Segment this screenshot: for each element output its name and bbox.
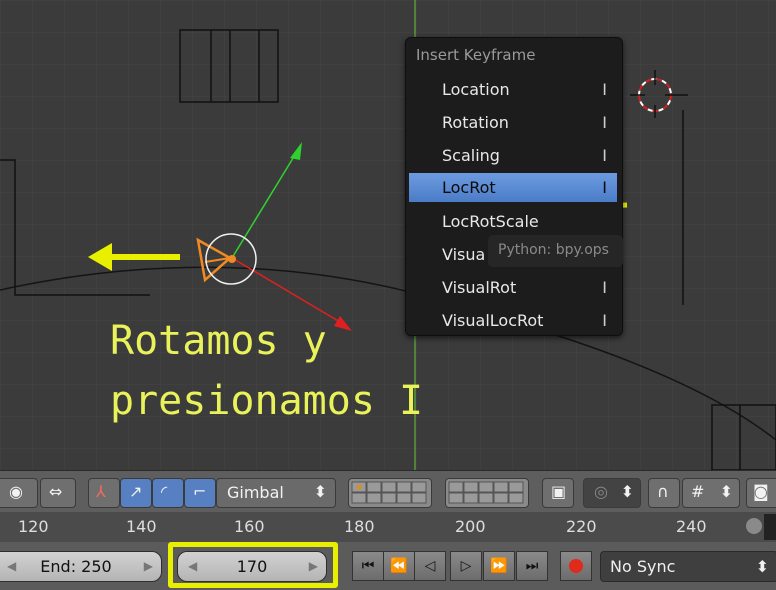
overlay-caption-line1: Rotamos y <box>110 318 327 364</box>
layer-lock-icon: ▣ <box>551 482 567 501</box>
scale-manipulator-button[interactable]: ⌐ <box>184 478 216 508</box>
layers-grid-icon <box>351 481 427 504</box>
menu-item-locrotscale[interactable]: LocRotScale <box>409 207 617 236</box>
camera-render-icon: ◙ <box>753 482 769 501</box>
menu-item-visualrot[interactable]: VisualRot I <box>409 273 617 302</box>
ruler-tick: 140 <box>126 517 157 536</box>
proportional-icon: ◎ <box>594 482 608 501</box>
chevron-left-icon: ◀ <box>7 559 17 573</box>
play-reverse-button[interactable]: ◁ <box>414 551 446 581</box>
end-frame-field[interactable]: ◀ End: 250 ▶ <box>0 551 162 582</box>
sync-dropdown[interactable]: No Sync ⬍ <box>600 551 776 582</box>
manipulator-icon: ⅄ <box>96 482 106 501</box>
snap-element-button[interactable]: ⇔ <box>40 478 76 508</box>
scrollbar[interactable] <box>764 514 776 540</box>
ruler-tick: 120 <box>18 517 49 536</box>
render-button[interactable]: ◙ <box>746 478 776 508</box>
menu-item-scaling[interactable]: Scaling I <box>409 141 617 170</box>
record-button[interactable] <box>560 551 592 581</box>
menu-title: Insert Keyframe <box>416 46 536 64</box>
timeline-ruler[interactable]: 120 140 160 180 200 220 240 <box>0 512 776 542</box>
ruler-tick: 180 <box>344 517 375 536</box>
chevron-right-icon: ▶ <box>308 559 318 573</box>
tooltip: Python: bpy.ops <box>488 235 623 267</box>
snap-element-icon: ⇔ <box>49 482 63 501</box>
jump-start-button[interactable]: ⏮ <box>352 551 384 581</box>
next-keyframe-icon: ⏩ <box>490 558 508 574</box>
layers-grid-2-icon <box>448 481 524 504</box>
chevron-left-icon: ◀ <box>188 559 198 573</box>
play-button[interactable]: ▷ <box>450 551 482 581</box>
ruler-tick: 200 <box>455 517 486 536</box>
menu-item-visuallocrot[interactable]: VisualLocRot I <box>409 306 617 335</box>
menu-item-rotation[interactable]: Rotation I <box>409 108 617 137</box>
next-keyframe-button[interactable]: ⏩ <box>483 551 515 581</box>
pivot-selector[interactable]: ◉ <box>0 478 38 508</box>
menu-item-location[interactable]: Location I <box>409 75 617 104</box>
overlay-caption-line2: presionamos I <box>110 378 424 424</box>
arrow-icon: ↗ <box>129 482 143 501</box>
jump-start-icon: ⏮ <box>361 558 375 574</box>
ruler-tick: 240 <box>676 517 707 536</box>
current-frame-field[interactable]: ◀ 170 ▶ <box>177 551 327 582</box>
grid-snap-icon: # <box>691 482 705 501</box>
lock-layer-button[interactable]: ▣ <box>542 478 574 508</box>
insert-keyframe-menu[interactable]: Insert Keyframe Location I Rotation I Sc… <box>405 37 623 336</box>
chevron-updown-icon: ⬍ <box>719 482 733 501</box>
jump-end-button[interactable]: ⏭ <box>516 551 548 581</box>
ruler-tick: 160 <box>234 517 265 536</box>
play-reverse-icon: ◁ <box>424 558 436 574</box>
proportional-edit-dropdown[interactable]: ◎ ⬍ <box>583 478 641 508</box>
layers-group-1[interactable] <box>348 478 432 508</box>
chevron-updown-icon: ⬍ <box>755 557 769 576</box>
snap-target-dropdown[interactable]: # ⬍ <box>682 478 740 508</box>
pivot-icon: ◉ <box>9 482 23 501</box>
chevron-updown-icon: ⬍ <box>620 482 634 501</box>
play-icon: ▷ <box>460 558 472 574</box>
move-manipulator-button[interactable]: ↗ <box>120 478 152 508</box>
snap-toggle[interactable]: ∩ <box>648 478 680 508</box>
prev-keyframe-icon: ⏪ <box>390 558 408 574</box>
scale-icon: ⌐ <box>193 482 207 501</box>
prev-keyframe-button[interactable]: ⏪ <box>383 551 415 581</box>
viewport-header: ◉ ⇔ ⅄ ↗ ◜ ⌐ Gimbal ⬍ ▣ ◎ ⬍ ∩ # ⬍ ◙ <box>0 470 776 513</box>
menu-item-locrot[interactable]: LocRot I <box>409 173 617 202</box>
scroll-handle[interactable] <box>746 518 762 534</box>
jump-end-icon: ⏭ <box>525 558 539 574</box>
magnet-icon: ∩ <box>657 482 669 501</box>
layers-group-2[interactable] <box>445 478 529 508</box>
orientation-dropdown[interactable]: Gimbal ⬍ <box>216 478 336 508</box>
timeline-controls: ◀ End: 250 ▶ ◀ 170 ▶ ⏮ ⏪ ◁ ▷ ⏩ ⏭ No Sync… <box>0 542 776 590</box>
ruler-tick: 220 <box>566 517 597 536</box>
chevron-updown-icon: ⬍ <box>313 482 327 501</box>
record-icon <box>569 559 583 573</box>
3d-viewport[interactable]: Insert Keyframe Location I Rotation I Sc… <box>0 0 776 470</box>
chevron-right-icon: ▶ <box>143 559 153 573</box>
rotate-icon: ◜ <box>161 482 168 501</box>
translate-manipulator-button[interactable]: ⅄ <box>88 478 120 508</box>
rotate-manipulator-button[interactable]: ◜ <box>152 478 184 508</box>
